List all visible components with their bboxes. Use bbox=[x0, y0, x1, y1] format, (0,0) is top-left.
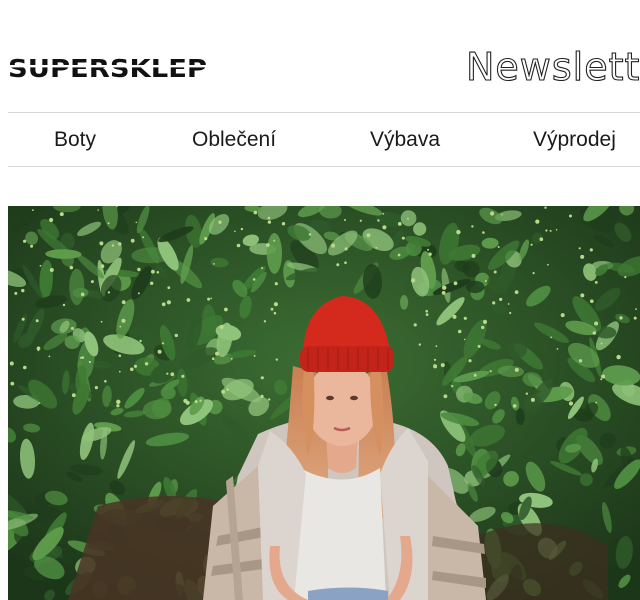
logo-text: SUPERSKLEP bbox=[8, 54, 207, 81]
hero-photo bbox=[8, 206, 640, 600]
main-navigation: Boty Oblečení Výbava Výprodej bbox=[8, 112, 640, 167]
site-header: SUPERSKLEP Newsletter bbox=[0, 0, 640, 112]
superesklep-logo[interactable]: SUPERSKLEP bbox=[8, 53, 208, 81]
nav-item-vyprodej[interactable]: Výprodej bbox=[533, 113, 616, 166]
nav-item-boty[interactable]: Boty bbox=[54, 113, 96, 166]
nav-item-obleceni[interactable]: Oblečení bbox=[192, 113, 276, 166]
page: SUPERSKLEP Newsletter Boty Oblečení Výba… bbox=[0, 0, 640, 600]
newsletter-link[interactable]: Newsletter bbox=[465, 44, 640, 90]
logo-wordmark: SUPERSKLEP bbox=[8, 54, 208, 81]
nav-item-vybava[interactable]: Výbava bbox=[370, 113, 440, 166]
logo-slash-line bbox=[8, 65, 208, 68]
hero-banner[interactable] bbox=[8, 206, 640, 600]
